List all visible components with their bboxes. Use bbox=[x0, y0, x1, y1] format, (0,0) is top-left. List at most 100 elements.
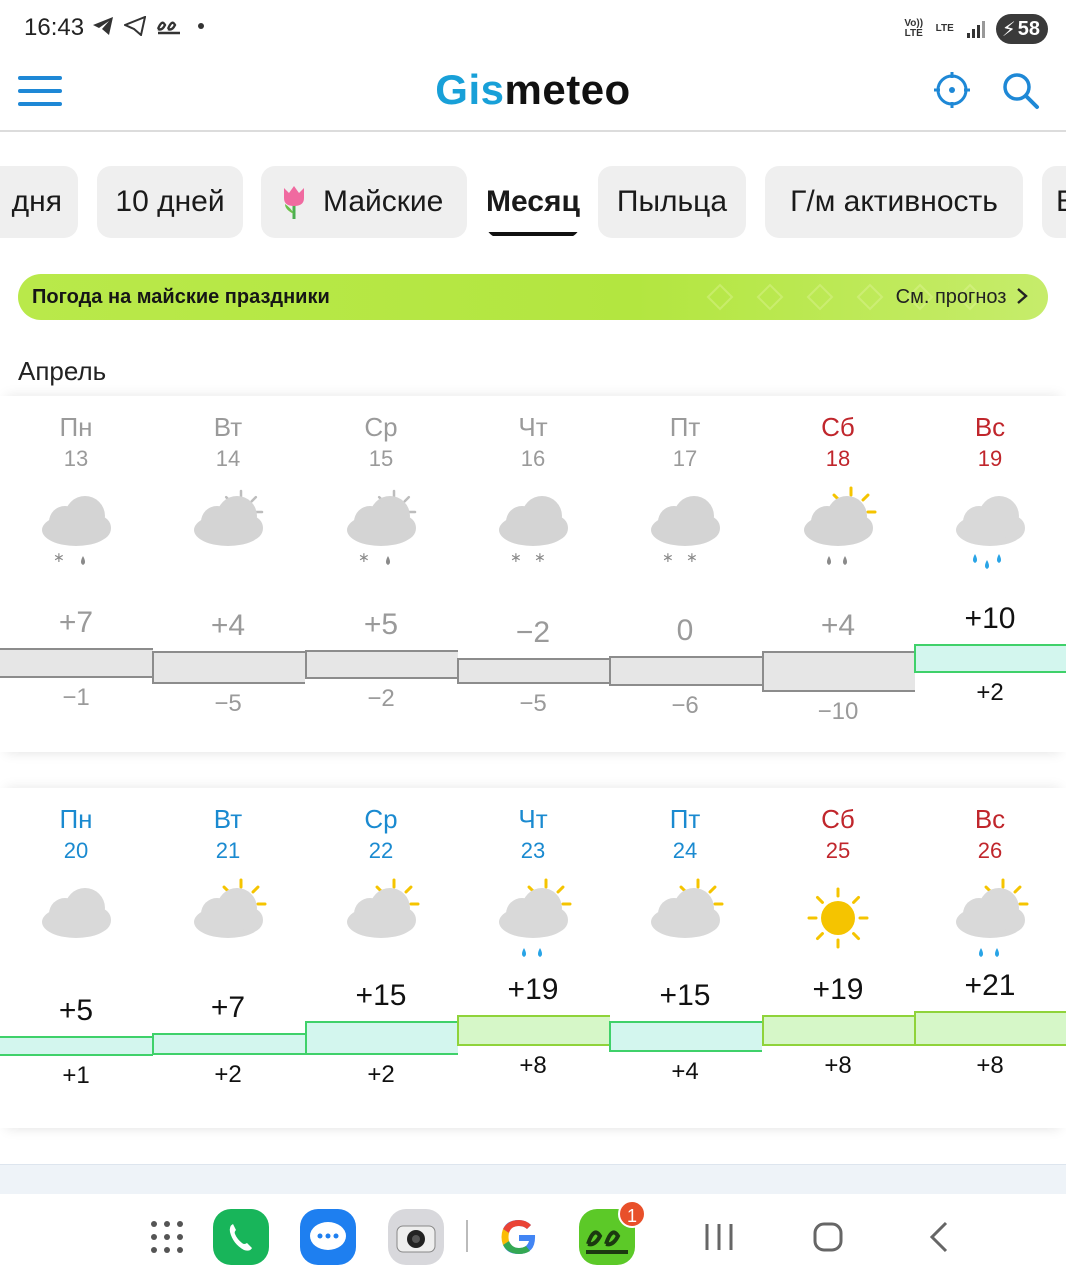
charging-icon: ⚡ bbox=[1001, 18, 1016, 41]
signal-icon bbox=[966, 21, 985, 38]
temp-max: +10 bbox=[964, 602, 1016, 635]
day-name: Пт bbox=[669, 412, 701, 442]
back-icon[interactable] bbox=[910, 1208, 968, 1266]
notification-dot-icon bbox=[198, 23, 204, 29]
day-date: 25 bbox=[825, 838, 851, 863]
day-column[interactable]: Ср 22 +15 +2 bbox=[305, 788, 458, 1128]
status-bar: 16:43 Vo)) LTE LTE ⚡ 58 bbox=[0, 0, 1066, 58]
temperature-band bbox=[0, 1036, 153, 1057]
tab-next-partial[interactable]: В bbox=[1042, 166, 1066, 238]
day-name: Сб bbox=[821, 412, 855, 442]
cloudy-snow-rain-icon: ∗ bbox=[42, 496, 111, 566]
day-name: Вс bbox=[974, 412, 1006, 442]
banner-link[interactable]: См. прогноз bbox=[896, 286, 1028, 309]
temp-max: +4 bbox=[820, 609, 856, 643]
tab-10-days[interactable]: 10 дней bbox=[97, 166, 243, 238]
svg-text:∗: ∗ bbox=[358, 550, 370, 566]
day-column[interactable]: Вт 21 +7 +2 bbox=[152, 788, 305, 1128]
day-column[interactable]: Пт 24 +15 +4 bbox=[609, 788, 762, 1128]
temp-max: +4 bbox=[210, 609, 246, 643]
temperature-band bbox=[305, 650, 458, 680]
tab-geomagnetic[interactable]: Г/м активность bbox=[765, 166, 1023, 238]
notification-badge: 1 bbox=[618, 1200, 646, 1228]
day-date: 19 bbox=[977, 446, 1003, 471]
dock-separator bbox=[466, 1220, 468, 1252]
svg-text:∗: ∗ bbox=[534, 550, 546, 566]
temp-max: +19 bbox=[812, 972, 864, 1006]
day-date: 26 bbox=[977, 838, 1003, 863]
may-holidays-banner[interactable]: Погода на майские праздники См. прогноз bbox=[18, 274, 1048, 320]
day-date: 14 bbox=[215, 446, 241, 471]
location-icon[interactable] bbox=[932, 70, 972, 110]
tab-pollen[interactable]: Пыльца bbox=[598, 166, 746, 238]
ee-app-icon[interactable]: 1 bbox=[578, 1200, 646, 1266]
gismeteo-logo[interactable]: Gismeteo bbox=[0, 66, 1066, 114]
volte-label: Vo)) LTE bbox=[904, 18, 924, 39]
day-column[interactable]: Вс 19 +10 +2 bbox=[914, 396, 1066, 752]
temp-max: +15 bbox=[659, 978, 711, 1012]
ee-small-icon bbox=[156, 21, 180, 35]
partly-cloudy-moon-snow-rain-icon: ∗ bbox=[347, 489, 417, 566]
day-name: Пн bbox=[59, 412, 93, 442]
day-column[interactable]: Вт 14 +4 −5 bbox=[152, 396, 305, 752]
day-name: Ср bbox=[364, 804, 398, 834]
day-column[interactable]: Чт 23 +19 +8 bbox=[457, 788, 610, 1128]
day-column[interactable]: Пн 13 ∗ +7 −1 bbox=[0, 396, 153, 752]
temp-min: +2 bbox=[214, 1060, 242, 1088]
temp-min: +2 bbox=[367, 1060, 395, 1088]
partly-cloudy-sun-rain-icon bbox=[956, 878, 1029, 957]
svg-text:∗: ∗ bbox=[510, 550, 522, 566]
temp-min: +8 bbox=[976, 1051, 1004, 1079]
cloudy-snow-icon: ∗ ∗ bbox=[651, 496, 720, 566]
day-column[interactable]: Сб 18 +4 −10 bbox=[762, 396, 915, 752]
phone-icon[interactable] bbox=[212, 1208, 270, 1266]
temp-max: +5 bbox=[363, 608, 399, 641]
day-column[interactable]: Чт 16 ∗ ∗ −2 −5 bbox=[457, 396, 610, 752]
lte-label: LTE bbox=[935, 23, 954, 34]
day-column[interactable]: Вс 26 +21 +8 bbox=[914, 788, 1066, 1128]
camera-icon[interactable] bbox=[387, 1208, 445, 1266]
search-icon[interactable] bbox=[1000, 70, 1040, 110]
system-nav-bar: 1 bbox=[0, 1196, 1066, 1280]
day-date: 24 bbox=[672, 838, 698, 863]
temp-min: +2 bbox=[976, 678, 1004, 706]
svg-text:∗: ∗ bbox=[662, 550, 674, 566]
tab-month[interactable]: Месяц bbox=[486, 166, 580, 238]
google-icon[interactable] bbox=[490, 1208, 548, 1266]
tab-3-days[interactable]: дня bbox=[0, 166, 78, 238]
apps-grid-icon[interactable] bbox=[138, 1208, 196, 1266]
temp-max: 0 bbox=[676, 614, 694, 647]
cloudy-snow-icon: ∗ ∗ bbox=[499, 496, 568, 566]
temp-min: −6 bbox=[671, 691, 699, 719]
temp-min: +4 bbox=[671, 1057, 699, 1085]
temperature-band bbox=[762, 651, 915, 692]
tab-may-holidays[interactable]: Майские bbox=[261, 166, 467, 238]
banner-title: Погода на майские праздники bbox=[32, 286, 330, 308]
temperature-band bbox=[762, 1014, 915, 1046]
recent-apps-icon[interactable] bbox=[690, 1208, 748, 1266]
temp-max: +21 bbox=[964, 969, 1016, 1003]
day-date: 13 bbox=[63, 446, 89, 471]
home-icon[interactable] bbox=[799, 1208, 857, 1266]
day-column[interactable]: Сб 25 +19 +8 bbox=[762, 788, 915, 1128]
temperature-band bbox=[914, 644, 1066, 673]
telegram-alt-icon bbox=[124, 16, 146, 36]
day-name: Вт bbox=[213, 804, 243, 834]
day-name: Вт bbox=[213, 412, 243, 442]
day-date: 23 bbox=[520, 838, 546, 863]
day-column[interactable]: Пт 17 ∗ ∗ 0 −6 bbox=[609, 396, 762, 752]
day-column[interactable]: Пн 20 +5 +1 bbox=[0, 788, 153, 1128]
day-date: 17 bbox=[672, 446, 698, 471]
temperature-band bbox=[152, 651, 305, 684]
battery-level: 58 bbox=[1017, 17, 1040, 40]
day-name: Сб bbox=[821, 804, 855, 834]
day-name: Вс bbox=[974, 804, 1006, 834]
temp-max: +19 bbox=[507, 972, 559, 1006]
day-column[interactable]: Ср 15 ∗ +5 −2 bbox=[305, 396, 458, 752]
day-name: Пн bbox=[59, 804, 93, 834]
partly-cloudy-sun-icon bbox=[347, 878, 420, 938]
temp-min: −10 bbox=[817, 698, 859, 725]
battery-indicator: ⚡ 58 bbox=[995, 14, 1048, 44]
svg-text:∗: ∗ bbox=[686, 550, 698, 566]
messages-icon[interactable] bbox=[299, 1208, 357, 1266]
